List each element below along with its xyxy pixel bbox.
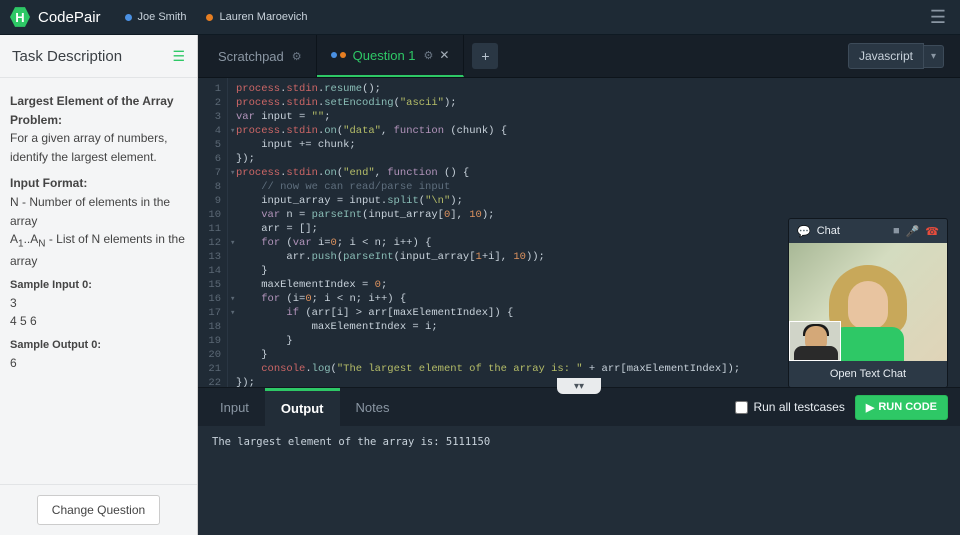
run-all-label: Run all testcases: [753, 400, 844, 414]
close-icon[interactable]: ✕: [439, 48, 449, 62]
presence-dot-icon: [206, 14, 213, 21]
chat-icon: 💬: [797, 225, 811, 238]
change-question-button[interactable]: Change Question: [37, 495, 160, 525]
tab-notes[interactable]: Notes: [340, 388, 406, 426]
video-feed[interactable]: [789, 243, 947, 361]
sidebar-header: Task Description ☰: [0, 35, 197, 78]
sidebar-footer: Change Question: [0, 484, 197, 535]
language-label: Javascript: [848, 43, 924, 69]
sample-input-1: 3: [10, 294, 187, 313]
hangup-icon[interactable]: ☎: [925, 225, 939, 238]
app-logo: H: [10, 6, 30, 28]
gear-icon[interactable]: ⚙: [292, 50, 302, 63]
tab-scratchpad[interactable]: Scratchpad ⚙: [204, 35, 317, 77]
sample-input-2: 4 5 6: [10, 312, 187, 331]
bottom-panel: ▾▾ Input Output Notes Run all testcases …: [198, 387, 960, 535]
tab-question-1[interactable]: Question 1 ⚙ ✕: [317, 35, 465, 77]
run-code-label: RUN CODE: [878, 401, 937, 413]
chat-panel: 💬 Chat ■ 🎤 ☎ Open Text Chat: [788, 218, 948, 388]
participant-1-name: Joe Smith: [138, 11, 187, 23]
mic-icon[interactable]: 🎤: [906, 225, 920, 238]
task-body: Largest Element of the Array Problem: Fo…: [0, 78, 197, 484]
editor-tabbar: Scratchpad ⚙ Question 1 ⚙ ✕ + Javascript…: [198, 35, 960, 78]
self-video-pip[interactable]: [789, 321, 841, 361]
language-selector[interactable]: Javascript ▾: [848, 35, 950, 77]
participant-1: Joe Smith: [125, 11, 187, 23]
topbar: H CodePair Joe Smith Lauren Maroevich ☰: [0, 0, 960, 35]
chevron-down-icon[interactable]: ▾: [924, 45, 944, 68]
tab-scratchpad-label: Scratchpad: [218, 49, 284, 64]
task-description-title: Task Description: [12, 48, 122, 65]
participant-2: Lauren Maroevich: [206, 11, 307, 23]
run-all-checkbox-input[interactable]: [735, 401, 748, 414]
remote-participant-video: [829, 261, 909, 361]
play-icon: ▶: [866, 401, 874, 414]
chat-label: Chat: [817, 225, 840, 237]
participant-2-name: Lauren Maroevich: [219, 11, 307, 23]
main-panel: Scratchpad ⚙ Question 1 ⚙ ✕ + Javascript…: [198, 35, 960, 535]
input-format-line-1: N - Number of elements in the array: [10, 193, 187, 230]
open-text-chat-button[interactable]: Open Text Chat: [789, 361, 947, 387]
line-gutter: 12345678910111213141516171819202122: [198, 78, 228, 387]
output-console: The largest element of the array is: 511…: [198, 426, 960, 535]
input-format-label: Input Format:: [10, 174, 187, 193]
chat-header: 💬 Chat ■ 🎤 ☎: [789, 219, 947, 243]
gear-icon[interactable]: ⚙: [424, 49, 434, 62]
input-format-line-2: A1..AN - List of N elements in the array: [10, 230, 187, 270]
sample-output-1: 6: [10, 354, 187, 373]
run-all-testcases-checkbox[interactable]: Run all testcases: [735, 400, 844, 414]
problem-desc: For a given array of numbers, identify t…: [10, 129, 187, 166]
task-menu-icon[interactable]: ☰: [172, 48, 185, 65]
presence-dot-icon: [125, 14, 132, 21]
tab-output[interactable]: Output: [265, 388, 340, 426]
run-code-button[interactable]: ▶ RUN CODE: [855, 395, 948, 420]
sample-output-label: Sample Output 0:: [10, 337, 187, 354]
sidebar: Task Description ☰ Largest Element of th…: [0, 35, 198, 535]
video-icon[interactable]: ■: [893, 225, 900, 238]
tab-input[interactable]: Input: [204, 388, 265, 426]
add-tab-button[interactable]: +: [472, 43, 498, 69]
menu-icon[interactable]: ☰: [926, 3, 950, 32]
problem-title: Largest Element of the Array Problem:: [10, 92, 187, 129]
tab-question-1-label: Question 1: [353, 48, 416, 63]
app-name: CodePair: [38, 9, 101, 26]
sample-input-label: Sample Input 0:: [10, 277, 187, 294]
resize-handle[interactable]: ▾▾: [557, 378, 601, 394]
question-dots-icon: [331, 52, 346, 58]
